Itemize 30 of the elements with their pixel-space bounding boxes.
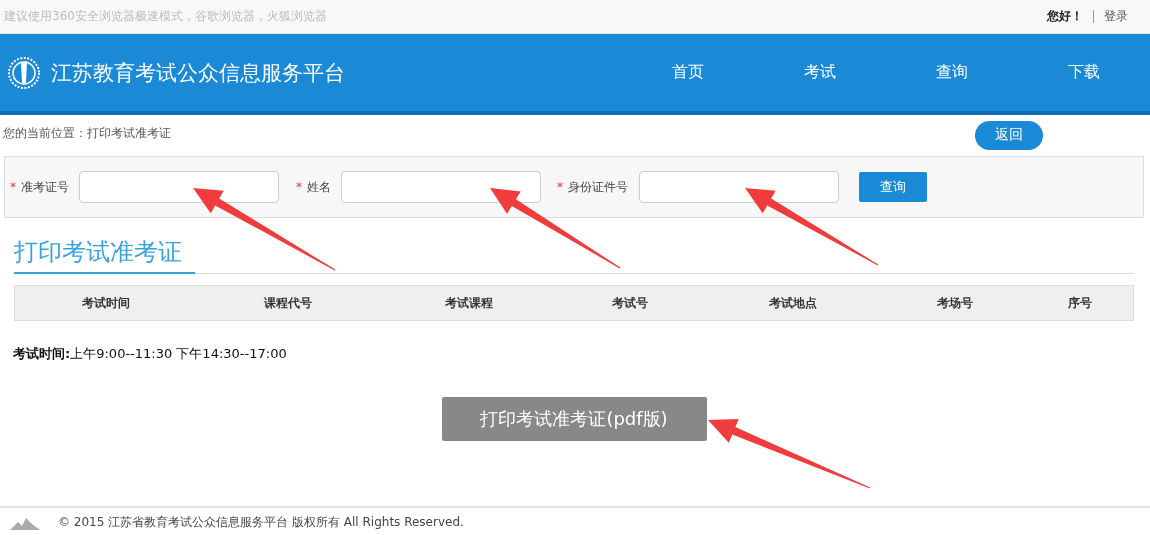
column-header: 考试课程 <box>443 294 494 312</box>
greeting-text: 您好！ <box>1047 8 1083 25</box>
field-label: 准考证号 <box>21 178 70 196</box>
field-label: 姓名 <box>307 178 332 196</box>
section-title: 打印考试准考证 <box>14 236 195 274</box>
nav-link[interactable]: 查询 <box>886 62 1018 83</box>
print-pdf-button[interactable]: 打印考试准考证(pdf版) <box>441 397 707 441</box>
input-field[interactable] <box>79 171 279 203</box>
breadcrumb-text: 您的当前位置：打印考试准考证 <box>3 124 171 142</box>
column-header: 考试时间 <box>81 294 131 312</box>
nav-link[interactable]: 首页 <box>622 62 754 83</box>
column-header: 考试号 <box>611 294 649 312</box>
exam-time-note: 考试时间:上午9:00--11:30 下午14:30--17:00 <box>13 345 288 363</box>
column-header: 序号 <box>1066 294 1093 312</box>
back-button[interactable]: 返回 <box>975 120 1043 150</box>
nav-link[interactable]: 考试 <box>754 62 886 83</box>
copyright-text: © 2015 江苏省教育考试公众信息服务平台 版权所有 All Rights Reserved. <box>58 514 464 531</box>
column-header: 课程代号 <box>262 294 313 312</box>
site-title: 江苏教育考试公众信息服务平台 <box>51 59 345 87</box>
nav-link[interactable]: 下载 <box>1018 62 1150 83</box>
column-header: 考场号 <box>936 294 974 312</box>
field-label: 身份证件号 <box>568 178 629 196</box>
input-field[interactable] <box>639 171 839 203</box>
column-header: 考试地点 <box>767 294 818 312</box>
required-mark: * <box>557 180 563 194</box>
login-link[interactable]: 登录 <box>1104 8 1128 25</box>
query-button[interactable]: 查询 <box>859 172 927 202</box>
input-field[interactable] <box>341 171 541 203</box>
required-mark: * <box>296 180 302 194</box>
required-mark: * <box>10 180 16 194</box>
